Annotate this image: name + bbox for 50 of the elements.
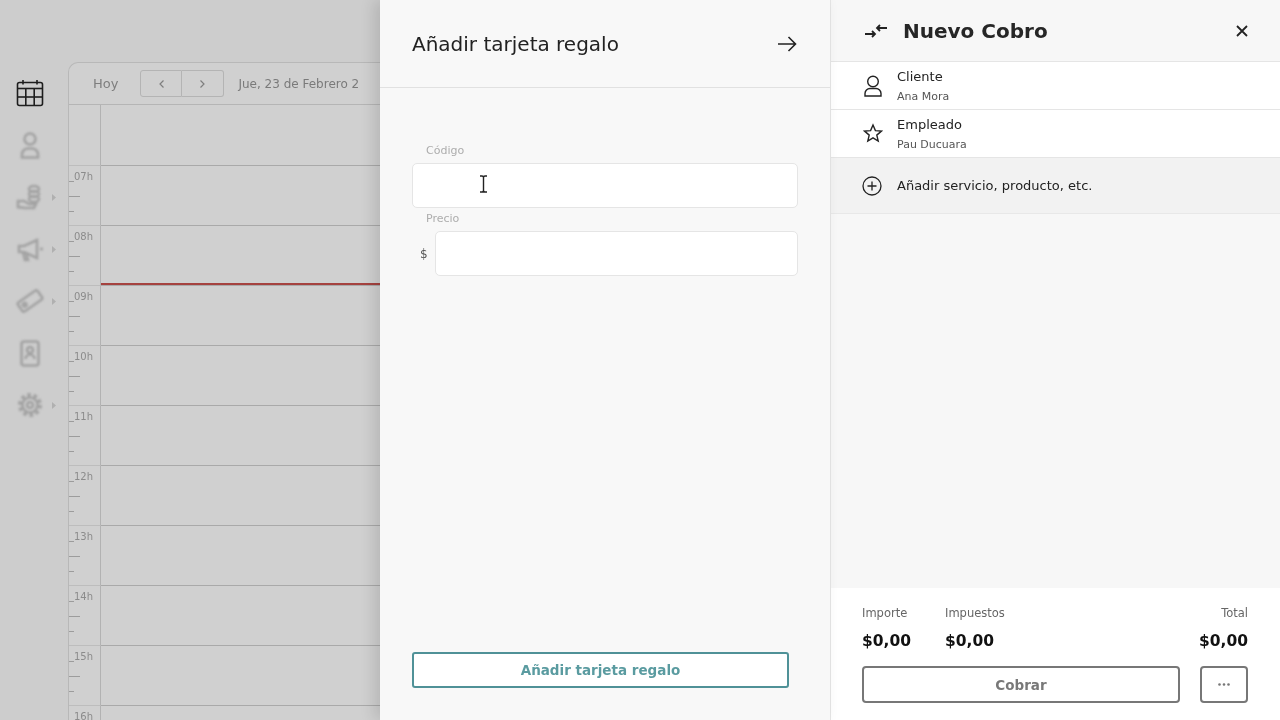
arrow-right-icon[interactable] bbox=[777, 35, 797, 52]
chevron-left-icon bbox=[158, 79, 164, 88]
panel-title: Nuevo Cobro bbox=[903, 18, 1048, 43]
chevron-right-icon bbox=[200, 79, 206, 88]
calendar-icon[interactable] bbox=[16, 79, 44, 107]
hour-label: 08h bbox=[74, 231, 94, 242]
hour-label: 10h bbox=[74, 351, 94, 362]
hour-label: 12h bbox=[74, 471, 94, 482]
hour-label: 15h bbox=[74, 651, 94, 662]
summary-value: $0,00 bbox=[1198, 631, 1248, 651]
text-cursor-icon bbox=[479, 175, 488, 193]
row-label: Cliente bbox=[897, 67, 944, 85]
hour-label: 09h bbox=[74, 291, 94, 302]
hour-label: 14h bbox=[74, 591, 94, 602]
person-icon bbox=[863, 74, 883, 97]
row-value: Pau Ducuara bbox=[897, 137, 967, 152]
hour-label: 16h bbox=[74, 711, 94, 720]
more-icon bbox=[1218, 683, 1230, 686]
field-label: Precio bbox=[425, 212, 461, 226]
row-label: Empleado bbox=[897, 115, 963, 133]
close-icon[interactable] bbox=[1236, 24, 1248, 37]
add-item-row[interactable]: Añadir servicio, producto, etc. bbox=[831, 158, 1280, 214]
input-field[interactable] bbox=[435, 231, 798, 276]
star-icon bbox=[863, 122, 883, 145]
tag-icon[interactable] bbox=[16, 287, 44, 315]
more-button[interactable] bbox=[1200, 666, 1248, 703]
date-label: Jue, 23 de Febrero 2 bbox=[238, 76, 360, 91]
currency-label: $ bbox=[419, 246, 429, 261]
summary-label: Importe bbox=[862, 606, 909, 621]
summary-label: Impuestos bbox=[945, 606, 1005, 621]
swap-arrows-icon bbox=[864, 22, 888, 39]
summary-value: $0,00 bbox=[862, 631, 913, 651]
hour-label: 11h bbox=[74, 411, 94, 422]
charge-button[interactable]: Cobrar bbox=[862, 666, 1180, 703]
row-value: Ana Mora bbox=[897, 89, 950, 104]
gear-icon[interactable] bbox=[16, 391, 44, 419]
previous-button[interactable] bbox=[140, 70, 183, 97]
summary-value: $0,00 bbox=[945, 631, 996, 651]
summary-label: Total bbox=[1221, 606, 1248, 621]
input-field[interactable] bbox=[412, 163, 798, 208]
add-item-label: Añadir servicio, producto, etc. bbox=[897, 178, 1093, 193]
next-button[interactable] bbox=[182, 70, 225, 97]
hour-label: 07h bbox=[74, 171, 94, 182]
selector-row[interactable]: Cliente Ana Mora bbox=[831, 61, 1280, 110]
plus-circle-icon bbox=[862, 175, 882, 196]
megaphone-icon[interactable] bbox=[16, 235, 44, 263]
panel-title: Añadir tarjeta regalo bbox=[412, 31, 619, 56]
field-label: Código bbox=[425, 144, 466, 158]
selector-row[interactable]: Empleado Pau Ducuara bbox=[831, 110, 1280, 158]
hour-label: 13h bbox=[74, 531, 94, 542]
